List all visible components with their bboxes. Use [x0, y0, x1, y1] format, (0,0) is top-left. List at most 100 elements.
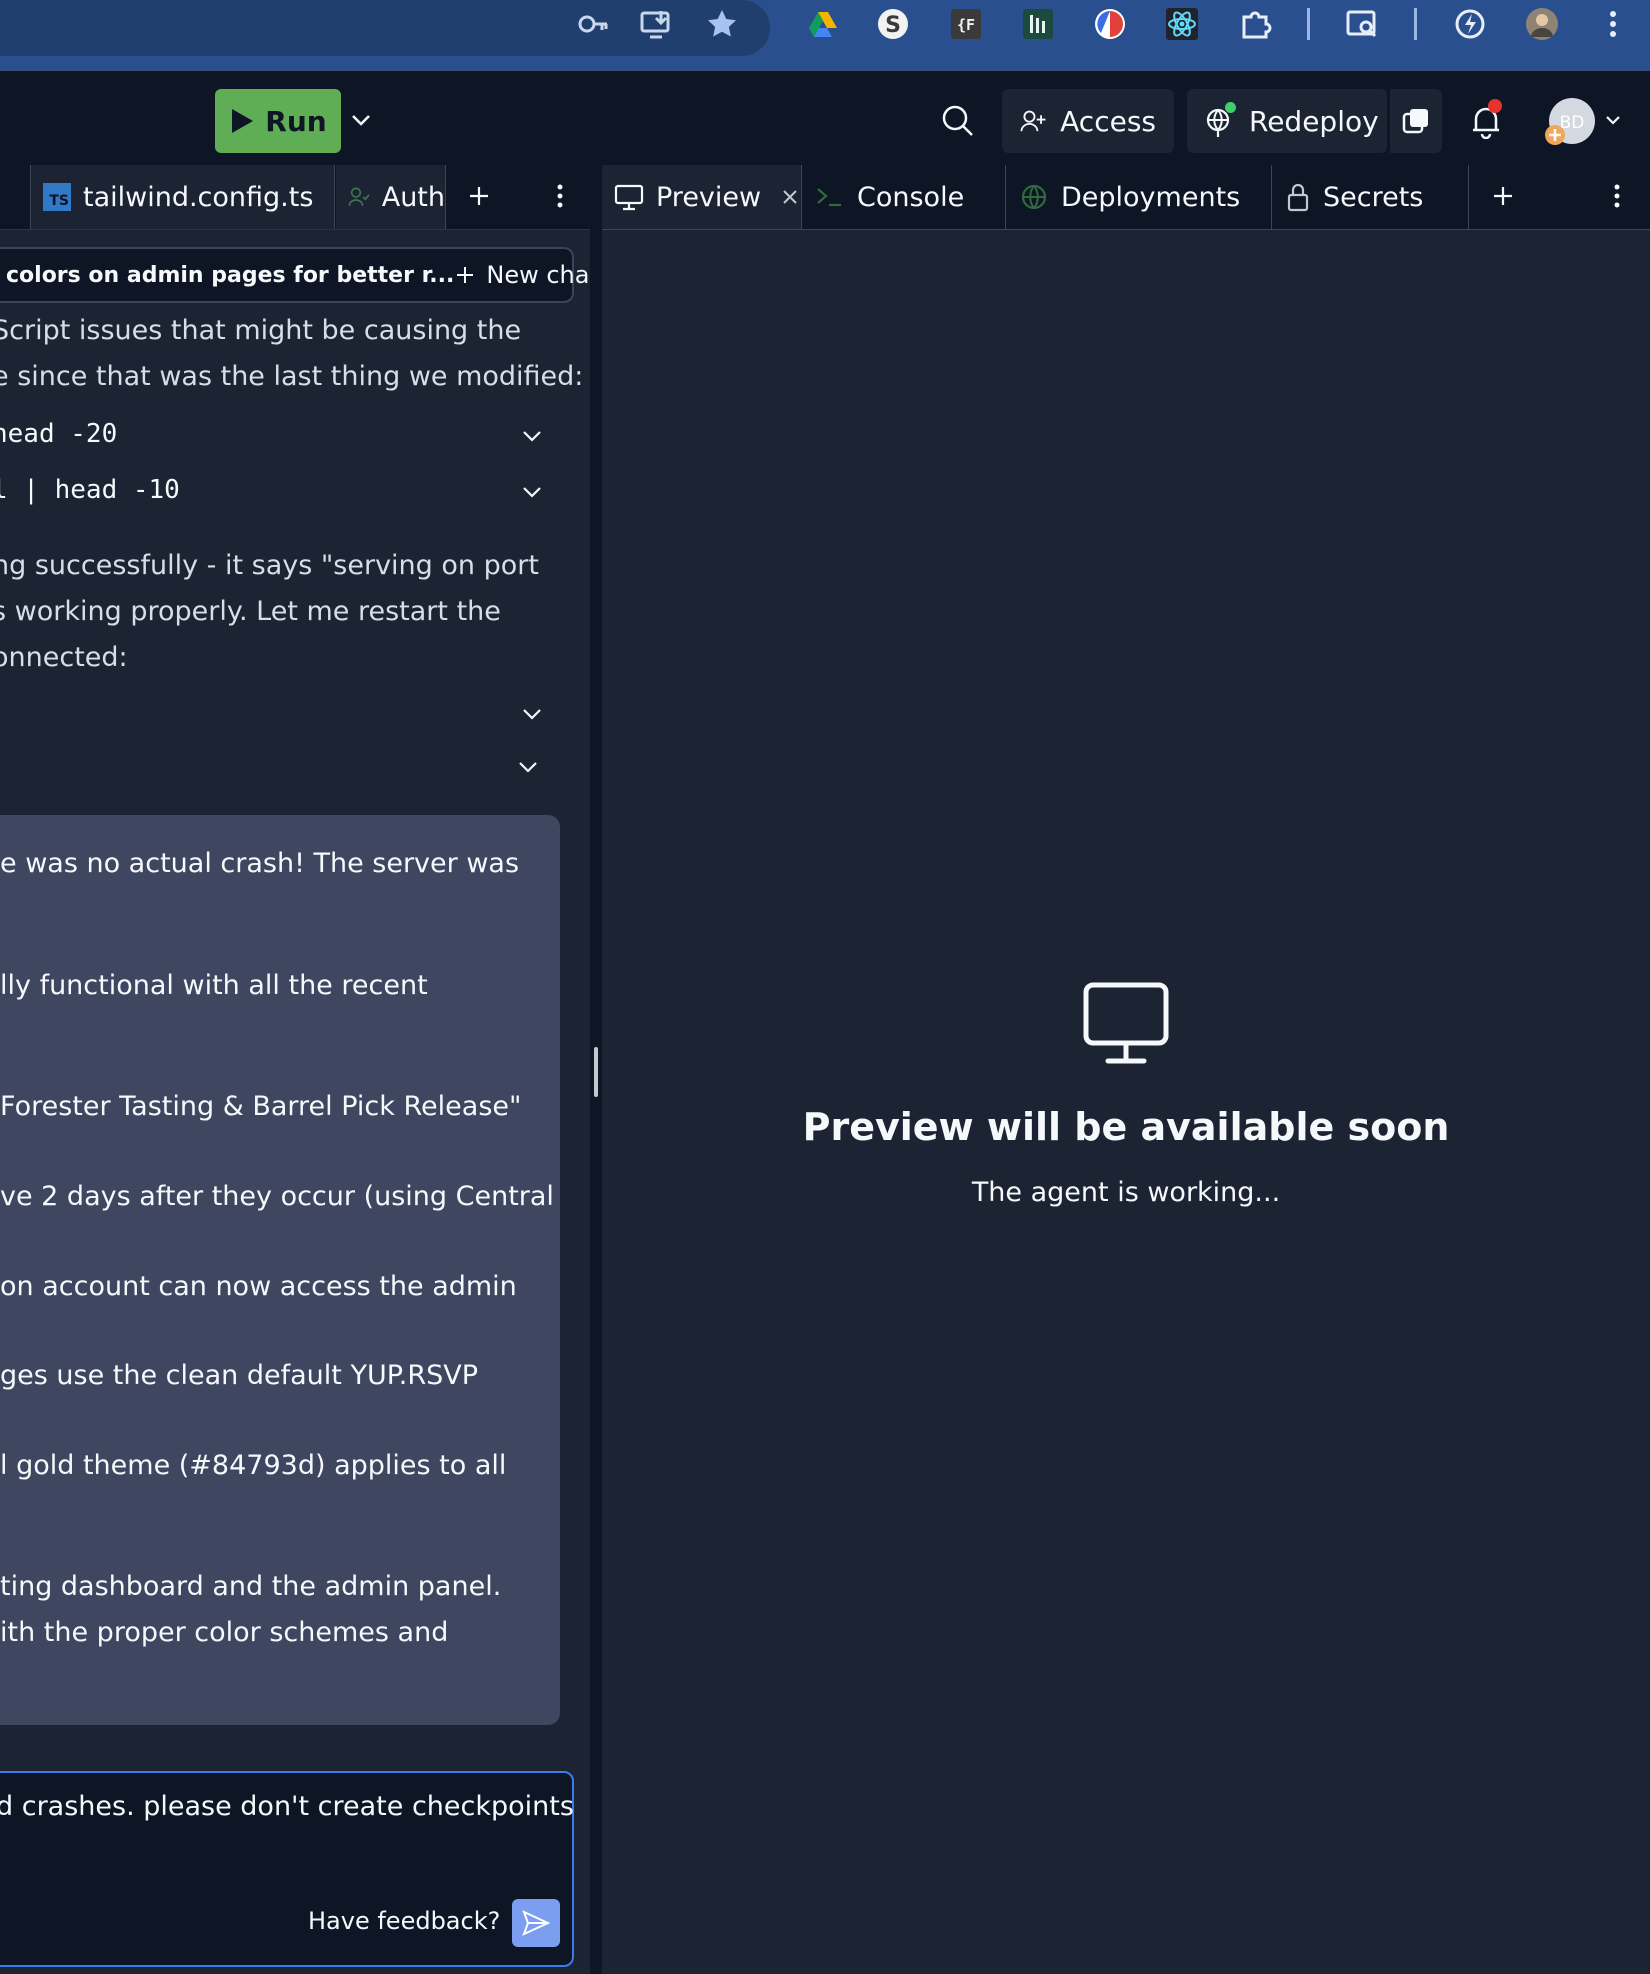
chevron-down-icon[interactable]	[346, 105, 376, 135]
tab-console[interactable]: Console	[803, 165, 1006, 229]
monitor-icon	[1083, 982, 1169, 1064]
shell-command: l | head -10	[0, 475, 180, 505]
tab-auth[interactable]: Auth	[336, 165, 446, 229]
react-devtools-icon[interactable]	[1164, 6, 1200, 42]
left-tab-bar: TS tailwind.config.ts Auth	[0, 165, 590, 230]
open-window-icon	[1402, 109, 1428, 134]
preview-empty-state: Preview will be available soon The agent…	[602, 975, 1650, 1208]
summary-line: Forester Tasting & Barrel Pick Release"	[0, 1091, 522, 1122]
chat-input-text[interactable]: d crashes. please don't create checkpoin…	[0, 1791, 574, 1822]
bars-extension-icon[interactable]	[1020, 6, 1056, 42]
user-check-icon	[348, 187, 370, 206]
send-icon	[522, 1910, 551, 1936]
tab-secrets[interactable]: Secrets	[1273, 165, 1469, 229]
chat-input[interactable]: d crashes. please don't create checkpoin…	[0, 1771, 574, 1967]
preview-pane: Preview Console Deployments Secrets Prev…	[602, 165, 1650, 1974]
add-user-icon	[1020, 110, 1046, 132]
chat-header: colors on admin pages for better r... Ne…	[0, 247, 590, 303]
tab-label: Deployments	[1061, 181, 1241, 213]
performance-bolt-icon[interactable]	[1452, 6, 1488, 42]
monitor-icon	[614, 184, 644, 211]
toolbar-separator	[1307, 8, 1310, 40]
chevron-down-icon[interactable]	[514, 753, 542, 781]
avatar: BD	[1545, 98, 1595, 145]
run-label: Run	[265, 104, 327, 138]
agent-message-line: ng successfully - it says "serving on po…	[0, 550, 539, 581]
terminal-icon	[817, 188, 841, 207]
summary-line: lly functional with all the recent	[0, 970, 428, 1001]
plus-icon	[457, 267, 474, 283]
agent-message-line: Script issues that might be causing the	[0, 315, 522, 346]
add-tab-icon[interactable]	[464, 181, 494, 211]
chat-title[interactable]: colors on admin pages for better r...	[6, 263, 454, 288]
redeploy-button[interactable]: Redeploy	[1187, 89, 1387, 153]
resize-handle[interactable]	[594, 1047, 598, 1097]
close-icon[interactable]	[781, 188, 799, 206]
globe-icon	[1021, 184, 1047, 210]
add-tab-icon[interactable]	[1488, 181, 1518, 211]
summary-line: e was no actual crash! The server was	[0, 848, 520, 879]
summary-line: ve 2 days after they occur (using Centra…	[0, 1181, 554, 1212]
tab-label: Console	[857, 181, 965, 213]
tab-tailwind-config[interactable]: TS tailwind.config.ts	[30, 165, 335, 229]
tab-label: Preview	[656, 181, 762, 213]
lock-icon	[1287, 183, 1309, 212]
password-key-icon[interactable]	[575, 6, 611, 42]
access-button[interactable]: Access	[1002, 89, 1174, 153]
chevron-down-icon[interactable]	[518, 700, 546, 728]
run-button[interactable]: Run	[215, 89, 341, 153]
search-icon[interactable]	[940, 103, 976, 139]
more-options-icon[interactable]	[1602, 181, 1632, 211]
summary-line: ith the proper color schemes and	[0, 1617, 449, 1648]
agent-message-line: e since that was the last thing we modif…	[0, 361, 584, 392]
install-app-icon[interactable]	[638, 6, 674, 42]
deploy-status-dot	[1225, 102, 1236, 113]
tab-label: Auth	[381, 181, 445, 213]
svg-text:{F: {F	[957, 16, 975, 34]
app-header: Run Access Redeploy BD	[0, 70, 1650, 165]
chevron-down-icon[interactable]	[518, 478, 546, 506]
summary-line: ting dashboard and the admin panel.	[0, 1571, 502, 1602]
profile-avatar-icon[interactable]	[1524, 6, 1560, 42]
user-menu[interactable]: BD	[1545, 95, 1625, 147]
notification-dot	[1488, 99, 1502, 113]
shell-command: head -20	[0, 419, 118, 449]
chevron-down-icon[interactable]	[518, 422, 546, 450]
tab-label: Secrets	[1323, 181, 1424, 213]
browser-menu-icon[interactable]	[1595, 6, 1631, 42]
new-chat-button[interactable]: New chat	[454, 261, 590, 289]
chevron-down-icon	[1606, 116, 1620, 125]
agent-chat-pane: TS tailwind.config.ts Auth colors on adm…	[0, 165, 590, 1974]
feedback-link[interactable]: Have feedback?	[308, 1907, 500, 1935]
preview-subtitle: The agent is working...	[971, 1177, 1281, 1208]
colorful-extension-icon[interactable]	[1092, 6, 1128, 42]
agent-message-line: onnected:	[0, 642, 128, 673]
access-label: Access	[1060, 104, 1156, 138]
s-extension-icon[interactable]: S	[875, 6, 911, 42]
bookmark-star-icon[interactable]	[704, 6, 740, 42]
typescript-file-icon: TS	[43, 183, 71, 211]
tab-preview[interactable]: Preview	[602, 165, 802, 229]
extensions-puzzle-icon[interactable]	[1237, 6, 1273, 42]
agent-message-line: s working properly. Let me restart the	[0, 596, 501, 627]
google-drive-icon[interactable]	[805, 6, 841, 42]
toolbar-separator	[1414, 8, 1417, 40]
deployment-options-button[interactable]	[1390, 89, 1442, 153]
deploy-globe-icon	[1205, 102, 1236, 138]
new-chat-label: New chat	[486, 261, 590, 289]
tab-deployments[interactable]: Deployments	[1007, 165, 1272, 229]
tab-search-icon[interactable]	[1344, 6, 1380, 42]
redeploy-label: Redeploy	[1249, 104, 1379, 138]
preview-title: Preview will be available soon	[802, 1105, 1450, 1149]
more-options-icon[interactable]	[545, 181, 575, 211]
right-tab-bar: Preview Console Deployments Secrets	[602, 165, 1650, 230]
tab-label: tailwind.config.ts	[83, 181, 314, 213]
svg-text:S: S	[885, 13, 901, 38]
play-icon	[232, 109, 254, 133]
summary-line: ges use the clean default YUP.RSVP	[0, 1360, 479, 1391]
json-formatter-icon[interactable]: {F	[948, 6, 984, 42]
send-button[interactable]	[512, 1899, 560, 1947]
summary-line: on account can now access the admin	[0, 1271, 517, 1302]
browser-toolbar: S {F	[0, 0, 1650, 70]
summary-line: l gold theme (#84793d) applies to all	[0, 1450, 507, 1481]
